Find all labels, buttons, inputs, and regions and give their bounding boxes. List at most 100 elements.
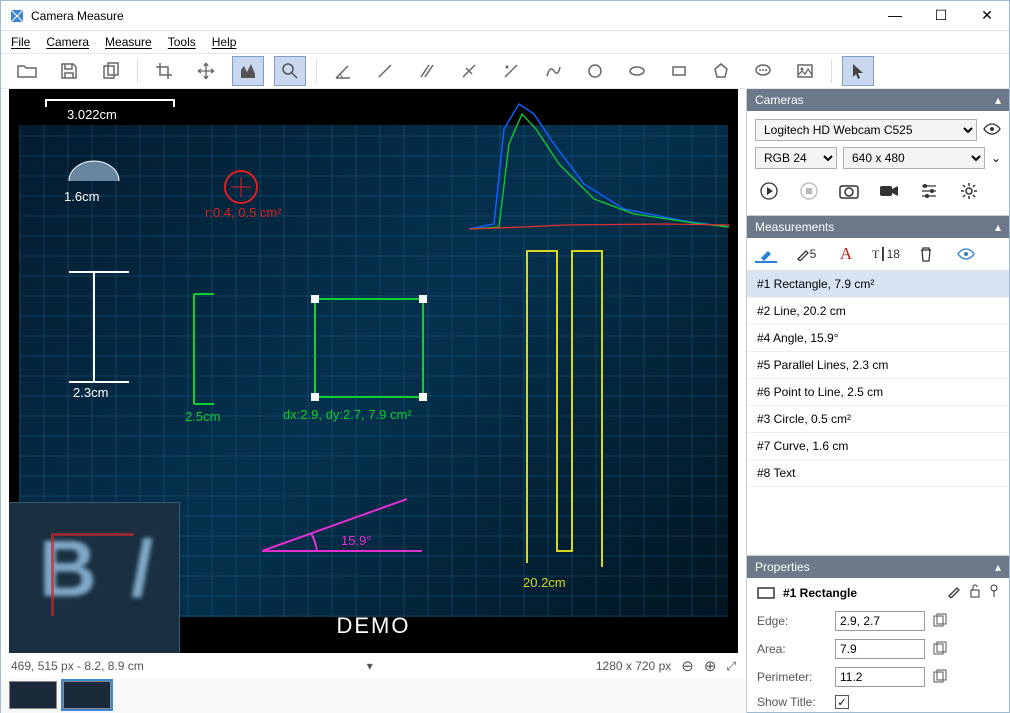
line-label: 20.2cm: [523, 575, 566, 590]
annotate-tool-button[interactable]: [747, 56, 779, 86]
list-item[interactable]: #7 Curve, 1.6 cm: [747, 433, 1009, 460]
collapse-icon[interactable]: ▴: [995, 560, 1001, 574]
perp-tool-button[interactable]: [453, 56, 485, 86]
copy-icon[interactable]: [933, 641, 949, 657]
circle-label: r:0.4, 0.5 cm²: [205, 205, 282, 220]
collapse-icon[interactable]: ▴: [995, 93, 1001, 107]
angle-label: 15.9°: [341, 533, 372, 548]
titlebar: Camera Measure — ☐ ✕: [1, 1, 1009, 31]
curve-overlay: [64, 151, 124, 191]
p2l-label: 2.5cm: [185, 409, 220, 424]
zoom-out-icon[interactable]: ⊖: [681, 657, 694, 675]
rect-label: dx:2.9, dy:2.7, 7.9 cm²: [283, 407, 412, 422]
curve-tool-button[interactable]: [537, 56, 569, 86]
property-title: #1 Rectangle: [783, 586, 857, 600]
pan-button[interactable]: [190, 56, 222, 86]
expand-icon[interactable]: ⌄: [991, 151, 1001, 165]
thumbnail[interactable]: [9, 681, 57, 709]
thumbnail-strip: [1, 679, 746, 713]
brush-icon[interactable]: [755, 245, 777, 263]
image-tool-button[interactable]: [789, 56, 821, 86]
collapse-icon[interactable]: ▴: [995, 220, 1001, 234]
list-item[interactable]: #1 Rectangle, 7.9 cm²: [747, 271, 1009, 298]
area-input[interactable]: [835, 639, 925, 659]
perimeter-input[interactable]: [835, 667, 925, 687]
edge-input[interactable]: [835, 611, 925, 631]
status-imgsize: 1280 x 720 px: [596, 659, 671, 673]
play-icon[interactable]: [759, 181, 779, 201]
histogram-button[interactable]: [232, 56, 264, 86]
rect-icon: [757, 586, 775, 600]
app-icon: [9, 8, 25, 24]
trash-icon[interactable]: [915, 246, 937, 262]
scale-label: 3.022cm: [67, 107, 117, 122]
visibility-icon[interactable]: [955, 247, 977, 261]
circle-tool-button[interactable]: [579, 56, 611, 86]
pointer-button[interactable]: [842, 56, 874, 86]
angle-tool-button[interactable]: [327, 56, 359, 86]
cameras-header[interactable]: Cameras▴: [747, 89, 1009, 111]
copy-icon[interactable]: [933, 613, 949, 629]
camera-device-select[interactable]: Logitech HD Webcam C525: [755, 119, 977, 141]
zoom-button[interactable]: [274, 56, 306, 86]
circle-overlay: [221, 167, 261, 207]
area-label: Area:: [757, 642, 827, 656]
properties-header[interactable]: Properties▴: [747, 556, 1009, 578]
copy-button[interactable]: [95, 56, 127, 86]
edge-label: Edge:: [757, 614, 827, 628]
scale-bar: [45, 99, 175, 107]
eye-icon[interactable]: [983, 122, 1001, 139]
crop-button[interactable]: [148, 56, 180, 86]
rect-tool-button[interactable]: [663, 56, 695, 86]
parallel-tool-button[interactable]: [411, 56, 443, 86]
polygon-tool-button[interactable]: [705, 56, 737, 86]
camera-format-select[interactable]: RGB 24: [755, 147, 837, 169]
rect-overlay: [309, 293, 429, 403]
sliders-icon[interactable]: [919, 181, 939, 201]
maximize-button[interactable]: ☐: [927, 7, 955, 24]
p2l-overlay: [179, 289, 229, 409]
curve-label: 1.6cm: [64, 189, 99, 204]
menu-help[interactable]: Help: [212, 35, 237, 49]
line-tool-button[interactable]: [369, 56, 401, 86]
open-button[interactable]: [11, 56, 43, 86]
list-item[interactable]: #6 Point to Line, 2.5 cm: [747, 379, 1009, 406]
pin-icon[interactable]: [989, 584, 999, 601]
stop-icon[interactable]: [799, 181, 819, 201]
dropdown-icon[interactable]: ▾: [367, 659, 373, 673]
record-icon[interactable]: [879, 181, 899, 201]
fontsize-icon[interactable]: T┃18: [875, 247, 897, 262]
font-icon[interactable]: A: [835, 244, 857, 264]
menu-tools[interactable]: Tools: [168, 35, 196, 49]
list-item[interactable]: #8 Text: [747, 460, 1009, 487]
thumbnail[interactable]: [63, 681, 111, 709]
zoom-in-icon[interactable]: ⊕: [704, 657, 717, 675]
list-item[interactable]: #4 Angle, 15.9°: [747, 325, 1009, 352]
list-item[interactable]: #3 Circle, 0.5 cm²: [747, 406, 1009, 433]
zoom-inset: B /: [9, 503, 179, 653]
camera-res-select[interactable]: 640 x 480: [843, 147, 985, 169]
gear-icon[interactable]: [959, 181, 979, 201]
canvas[interactable]: 3.022cm 1.6cm r:0.4, 0.5 cm² 2.3cm 2.5cm…: [9, 89, 738, 653]
menu-measure[interactable]: Measure: [105, 35, 152, 49]
menu-camera[interactable]: Camera: [46, 35, 89, 49]
list-item[interactable]: #5 Parallel Lines, 2.3 cm: [747, 352, 1009, 379]
list-item[interactable]: #2 Line, 20.2 cm: [747, 298, 1009, 325]
showtitle-checkbox[interactable]: [835, 695, 849, 709]
minimize-button[interactable]: —: [881, 7, 909, 24]
save-button[interactable]: [53, 56, 85, 86]
edit-icon[interactable]: [947, 584, 961, 601]
menu-file[interactable]: File: [11, 35, 30, 49]
pen-icon[interactable]: 5: [795, 247, 817, 261]
copy-icon[interactable]: [933, 669, 949, 685]
p2l-tool-button[interactable]: [495, 56, 527, 86]
fullscreen-icon[interactable]: ⤢: [726, 659, 736, 674]
close-button[interactable]: ✕: [973, 7, 1001, 24]
ellipse-tool-button[interactable]: [621, 56, 653, 86]
measurements-header[interactable]: Measurements▴: [747, 216, 1009, 238]
lock-icon[interactable]: [969, 584, 981, 601]
measurements-list[interactable]: #1 Rectangle, 7.9 cm² #2 Line, 20.2 cm #…: [747, 271, 1009, 556]
snapshot-icon[interactable]: [839, 181, 859, 201]
statusbar: 469, 515 px - 8.2, 8.9 cm ▾ 1280 x 720 p…: [1, 653, 746, 679]
parallel-label: 2.3cm: [73, 385, 108, 400]
